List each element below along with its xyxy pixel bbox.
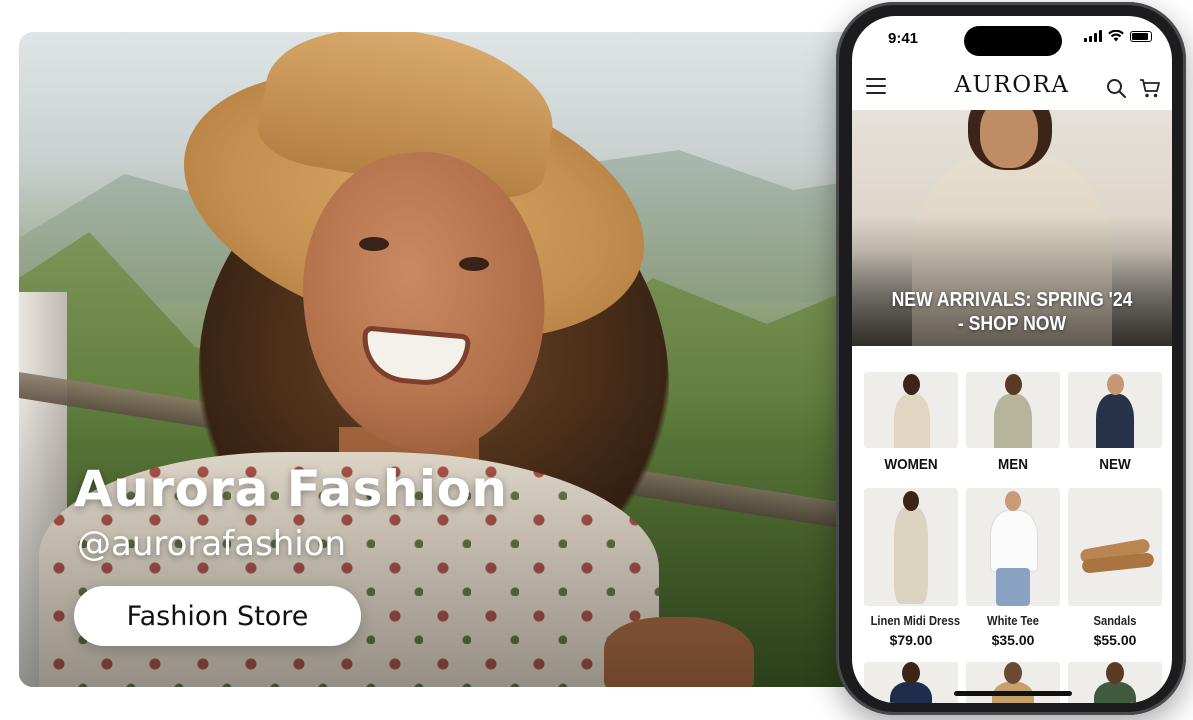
product-price: $79.00 [889, 632, 933, 648]
product-name: Sandals [1093, 613, 1137, 628]
banner-text: NEW ARRIVALS: SPRING '24 - SHOP NOW [891, 289, 1133, 335]
phone-mockup: 9:41 AURORA NEW ARRIVALS: SPRING '24 - S… [836, 2, 1186, 715]
product-price: $35.00 [991, 632, 1035, 648]
category-thumbnail [1068, 372, 1162, 448]
product-price: $55.00 [1093, 632, 1137, 648]
search-icon[interactable] [1106, 78, 1126, 98]
product-image [864, 488, 958, 606]
product-image [1068, 488, 1162, 606]
promo-banner[interactable]: NEW ARRIVALS: SPRING '24 - SHOP NOW [852, 110, 1172, 346]
product-card[interactable]: White Tee $35.00 [966, 488, 1060, 648]
brand-title: Aurora Fashion [74, 460, 508, 518]
home-indicator[interactable] [954, 691, 1072, 696]
product-card[interactable]: Sandals $55.00 [1068, 488, 1162, 648]
category-label: MEN [997, 456, 1029, 473]
category-pill[interactable]: Fashion Store [74, 586, 361, 646]
wifi-icon [1108, 30, 1124, 42]
shopping-cart-icon[interactable] [1139, 77, 1161, 99]
dynamic-island [964, 26, 1062, 56]
category-men[interactable]: MEN [966, 372, 1060, 473]
category-label: WOMEN [884, 456, 938, 473]
brand-hero-card: Aurora Fashion @aurorafashion Fashion St… [19, 32, 899, 687]
app-header: AURORA [852, 68, 1172, 110]
product-card[interactable]: Linen Midi Dress $79.00 [864, 488, 961, 648]
category-thumbnail [864, 372, 958, 448]
brand-handle: @aurorafashion [77, 524, 347, 564]
category-thumbnail [966, 372, 1060, 448]
status-time: 9:41 [888, 30, 919, 47]
battery-icon [1130, 31, 1152, 42]
category-women[interactable]: WOMEN [864, 372, 958, 473]
product-image[interactable] [1068, 662, 1162, 703]
product-name: White Tee [987, 613, 1039, 628]
product-image[interactable] [966, 662, 1060, 703]
phone-screen: 9:41 AURORA NEW ARRIVALS: SPRING '24 - S… [852, 16, 1172, 703]
category-new[interactable]: NEW [1068, 372, 1162, 473]
product-image [966, 488, 1060, 606]
status-bar: 9:41 [852, 16, 1172, 62]
product-image[interactable] [864, 662, 958, 703]
category-label: NEW [1099, 456, 1131, 473]
status-icons [1084, 30, 1152, 42]
signal-icon [1084, 30, 1102, 42]
product-name: Linen Midi Dress [870, 613, 961, 628]
